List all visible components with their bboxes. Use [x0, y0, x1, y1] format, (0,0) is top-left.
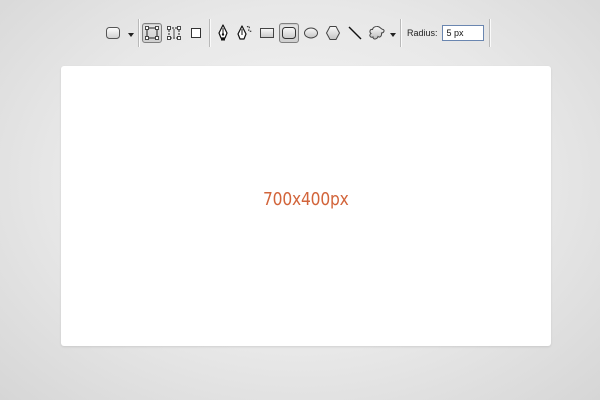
canvas-size-label: 700x400px	[263, 188, 349, 210]
ellipse-tool-icon	[303, 26, 319, 40]
fill-pixels-button[interactable]	[186, 23, 206, 43]
paths-icon	[166, 25, 182, 41]
shape-layers-icon	[144, 25, 160, 41]
toolbar-divider	[209, 19, 210, 47]
ellipse-tool-button[interactable]	[301, 23, 321, 43]
toolbar-divider	[138, 19, 139, 47]
custom-shape-tool-icon	[368, 25, 386, 41]
line-tool-icon	[347, 25, 363, 41]
radius-label: Radius:	[407, 28, 438, 38]
custom-shape-dropdown[interactable]	[388, 23, 398, 43]
fill-pixels-icon	[189, 26, 203, 40]
shape-layers-button[interactable]	[142, 23, 162, 43]
toolbar-divider	[488, 19, 490, 47]
rectangle-tool-icon	[259, 26, 275, 40]
toolbar-divider	[400, 19, 401, 47]
freeform-pen-icon	[236, 24, 254, 42]
pen-tool-icon	[215, 24, 231, 42]
custom-shape-tool-button[interactable]	[367, 23, 387, 43]
document-canvas[interactable]: 700x400px	[61, 66, 551, 346]
paths-button[interactable]	[164, 23, 184, 43]
rounded-rectangle-tool-icon	[281, 26, 297, 40]
freeform-pen-button[interactable]	[235, 23, 255, 43]
pen-tool-button[interactable]	[213, 23, 233, 43]
polygon-tool-icon	[325, 25, 341, 41]
rounded-rectangle-tool-button[interactable]	[279, 23, 299, 43]
rectangle-tool-button[interactable]	[257, 23, 277, 43]
tool-preset-button[interactable]	[101, 23, 125, 43]
shape-options-bar: Radius:	[100, 18, 507, 48]
polygon-tool-button[interactable]	[323, 23, 343, 43]
caret-down-icon	[390, 24, 396, 42]
tool-preset-dropdown[interactable]	[126, 23, 136, 43]
caret-down-icon	[128, 24, 134, 42]
line-tool-button[interactable]	[345, 23, 365, 43]
rounded-rect-preset-icon	[105, 26, 121, 40]
radius-input[interactable]	[441, 25, 484, 41]
